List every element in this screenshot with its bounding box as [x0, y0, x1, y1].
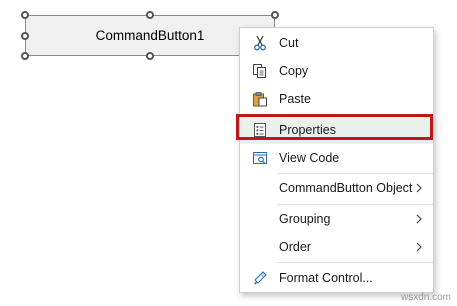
menu-item-label: Format Control...: [279, 271, 373, 285]
menu-item-label: CommandButton Object: [279, 181, 413, 195]
resize-handle-top-center[interactable]: [146, 11, 154, 19]
menu-item-grouping[interactable]: Grouping: [240, 205, 433, 233]
resize-handle-middle-left[interactable]: [21, 32, 29, 40]
menu-item-label: View Code: [279, 151, 340, 165]
command-button-label: CommandButton1: [95, 28, 205, 43]
menu-item-format-control[interactable]: Format Control...: [240, 264, 433, 292]
menu-item-label: Grouping: [279, 212, 331, 226]
menu-item-label: Order: [279, 240, 311, 254]
menu-item-paste[interactable]: Paste: [240, 85, 433, 113]
menu-item-cut[interactable]: Cut: [240, 29, 433, 57]
copy-icon: [250, 61, 270, 81]
context-menu: Cut Copy Paste Properties View Code Comm…: [239, 27, 434, 293]
menu-item-properties[interactable]: Properties: [240, 116, 433, 144]
menu-item-label: Paste: [279, 92, 311, 106]
chevron-right-icon: [415, 241, 423, 253]
format-control-icon: [250, 268, 270, 288]
menu-separator: [277, 262, 433, 263]
resize-handle-bottom-left[interactable]: [21, 52, 29, 60]
menu-item-order[interactable]: Order: [240, 233, 433, 261]
watermark: wsxdn.com: [400, 292, 451, 303]
resize-handle-bottom-center[interactable]: [146, 52, 154, 60]
resize-handle-top-left[interactable]: [21, 11, 29, 19]
menu-item-copy[interactable]: Copy: [240, 57, 433, 85]
menu-item-label: Copy: [279, 64, 309, 78]
scissors-icon: [250, 33, 270, 53]
menu-item-label: Properties: [279, 123, 336, 137]
menu-item-label: Cut: [279, 36, 299, 50]
paste-icon: [250, 89, 270, 109]
menu-item-view-code[interactable]: View Code: [240, 144, 433, 172]
chevron-right-icon: [415, 182, 423, 194]
menu-item-commandbutton-object[interactable]: CommandButton Object: [240, 174, 433, 202]
properties-icon: [250, 120, 270, 140]
resize-handle-top-right[interactable]: [271, 11, 279, 19]
view-code-icon: [250, 148, 270, 168]
chevron-right-icon: [415, 213, 423, 225]
command-button[interactable]: CommandButton1: [25, 15, 275, 56]
